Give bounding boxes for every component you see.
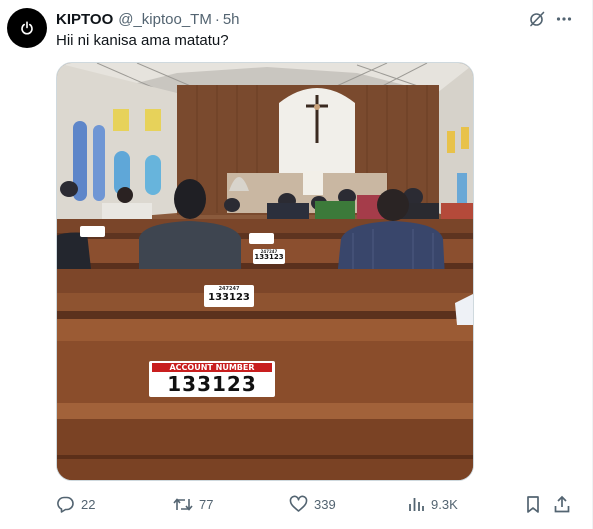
heart-icon [289, 495, 308, 512]
share-button[interactable] [553, 493, 571, 515]
account-sign-far-right [249, 233, 274, 244]
account-sign-far-left [80, 226, 105, 237]
reply-icon [57, 496, 74, 513]
church-photo [57, 63, 473, 480]
more-options-button[interactable] [553, 8, 575, 30]
tweet-actions: 22 77 339 9.3K [56, 493, 576, 515]
views-icon [409, 497, 424, 511]
power-logo-icon [21, 21, 33, 35]
views-count: 9.3K [431, 496, 458, 512]
sign-heading: ACCOUNT NUMBER [152, 363, 272, 372]
reply-count: 22 [81, 496, 96, 512]
bookmark-button[interactable] [524, 493, 542, 515]
account-sign-back: 247247 133123 [253, 249, 285, 264]
avatar[interactable] [7, 8, 47, 48]
more-icon [556, 17, 572, 21]
timestamp[interactable]: 5h [223, 11, 240, 28]
tweet-header: KIPTOO @_kiptoo_TM · 5h [56, 9, 240, 29]
grok-button[interactable] [526, 8, 548, 30]
like-count: 339 [314, 496, 336, 512]
tweet-card[interactable]: KIPTOO @_kiptoo_TM · 5h Hii ni kanisa am… [0, 0, 593, 529]
separator-dot: · [214, 10, 220, 28]
tweet-text: Hii ni kanisa ama matatu? [56, 32, 229, 49]
views-button[interactable]: 9.3K [407, 493, 458, 515]
account-sign-front: ACCOUNT NUMBER 133123 [149, 361, 275, 397]
repost-button[interactable]: 77 [173, 493, 213, 515]
account-sign-middle: 247247 133123 [204, 285, 254, 307]
repost-icon [173, 497, 193, 511]
display-name[interactable]: KIPTOO [56, 11, 113, 28]
reply-button[interactable]: 22 [56, 493, 95, 515]
sign-number: 133123 [167, 372, 257, 396]
user-handle[interactable]: @_kiptoo_TM [118, 11, 212, 28]
tweet-photo[interactable]: 247247 133123 247247 133123 ACCOUNT NUMB… [56, 62, 474, 481]
repost-count: 77 [199, 496, 214, 512]
grok-icon [530, 11, 545, 27]
like-button[interactable]: 339 [289, 493, 336, 515]
sign-number: 133123 [254, 253, 284, 261]
share-icon [554, 495, 570, 512]
sign-number: 133123 [208, 292, 250, 303]
bookmark-icon [527, 495, 539, 513]
